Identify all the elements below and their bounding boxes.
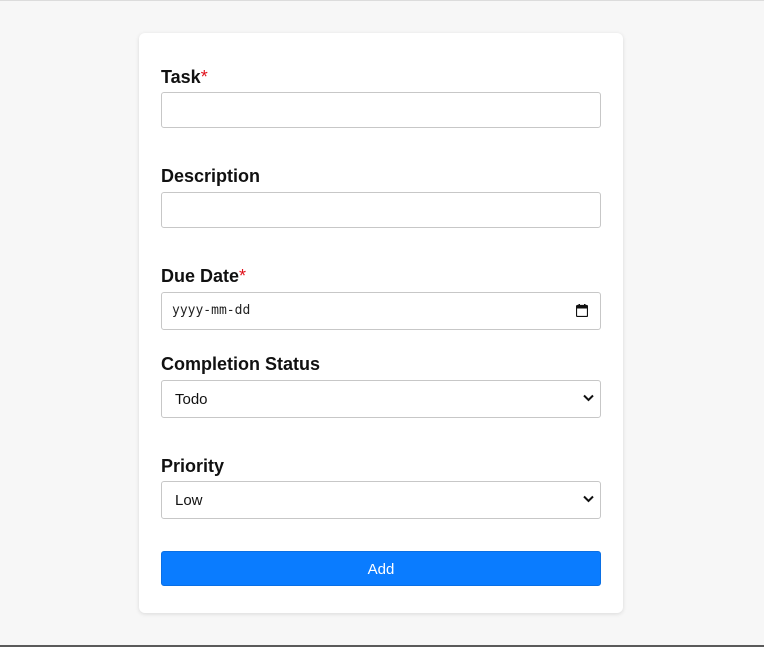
description-label: Description [161, 166, 260, 186]
task-label-text: Task [161, 67, 201, 87]
task-label: Task* [161, 67, 208, 87]
due-date-required-mark: * [239, 266, 247, 286]
description-label-text: Description [161, 166, 261, 186]
task-form-card: Task* Description Due Date* yyyy-mm-dd C… [139, 33, 623, 613]
priority-label-text: Priority [161, 456, 225, 476]
task-required-mark: * [200, 67, 208, 87]
priority-select[interactable]: Low [161, 481, 601, 519]
priority-value: Low [175, 492, 203, 509]
due-date-label-text: Due Date [161, 266, 240, 286]
completion-status-label-text: Completion Status [161, 354, 321, 374]
due-date-placeholder: yyyy-mm-dd [172, 303, 251, 318]
priority-label: Priority [161, 456, 224, 476]
calendar-icon[interactable] [576, 304, 588, 317]
completion-status-select[interactable]: Todo [161, 380, 601, 418]
task-input[interactable] [161, 92, 601, 128]
due-date-label: Due Date* [161, 266, 246, 286]
description-input[interactable] [161, 192, 601, 228]
completion-status-label: Completion Status [161, 354, 320, 374]
due-date-input[interactable]: yyyy-mm-dd [161, 292, 601, 330]
top-border [0, 0, 764, 1]
chevron-down-icon [583, 394, 594, 402]
completion-status-value: Todo [175, 391, 208, 408]
chevron-down-icon [583, 495, 594, 503]
add-button[interactable]: Add [161, 551, 601, 586]
